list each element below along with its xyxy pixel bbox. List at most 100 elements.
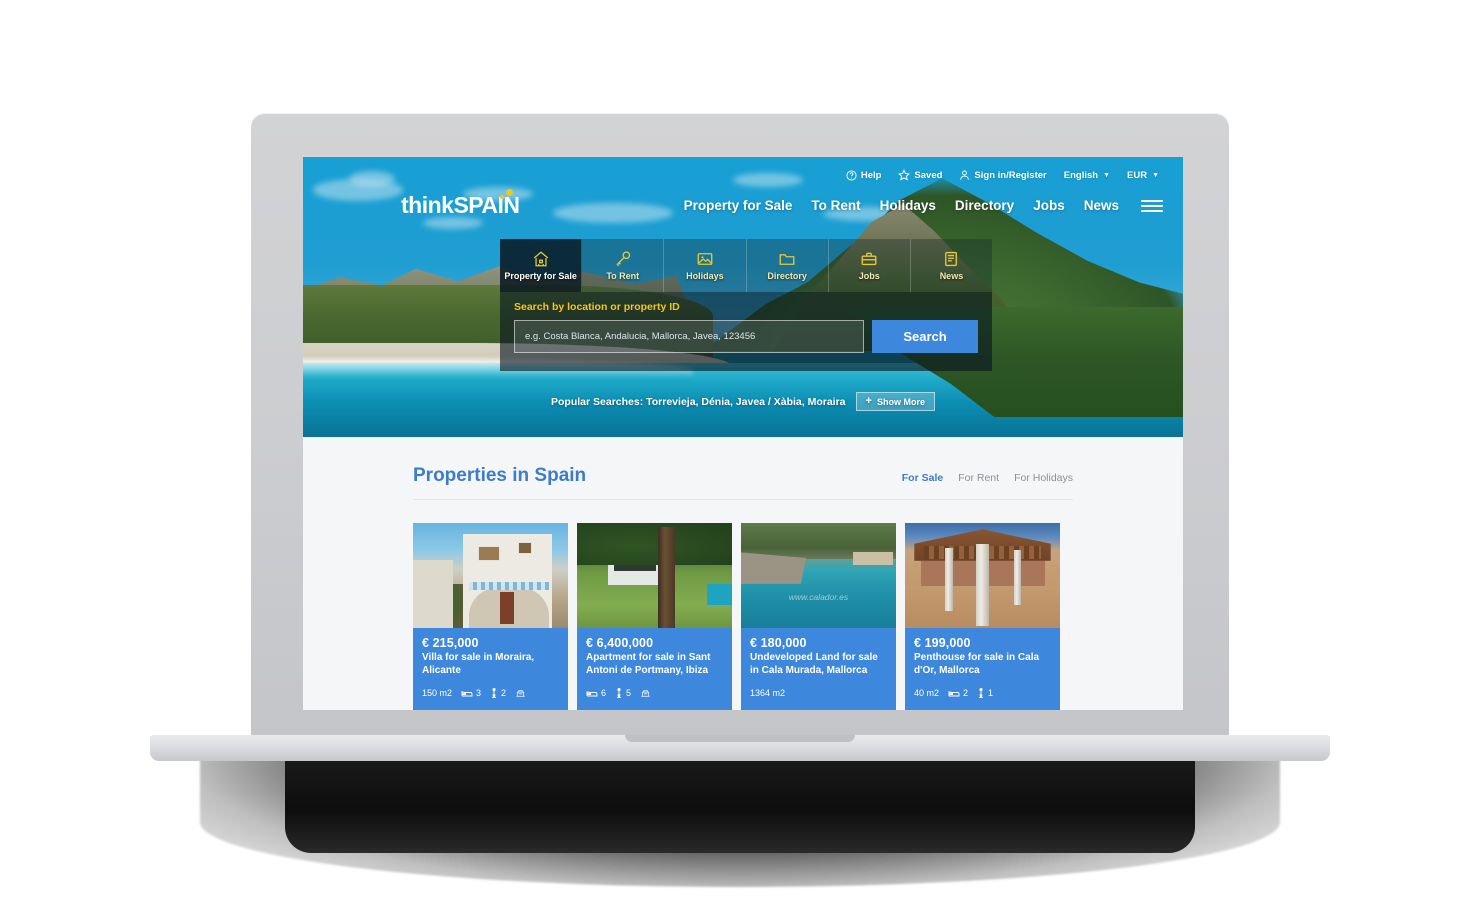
bathrooms-count: 2 [501, 688, 507, 699]
property-info: € 215,000 Villa for sale in Moraira, Ali… [413, 628, 568, 710]
tab-news[interactable]: News [911, 239, 992, 292]
property-area: 40 m2 [914, 688, 940, 699]
logo-dot-large-icon [506, 189, 513, 196]
bathrooms-spec: 5 [615, 687, 631, 699]
main-navigation: Property for Sale To Rent Holidays Direc… [684, 198, 1163, 213]
extra-feature-icon [515, 688, 526, 698]
help-circle-icon [846, 169, 857, 181]
cloud [733, 173, 803, 187]
property-area: 1364 m2 [750, 688, 786, 699]
plus-icon: + [865, 395, 872, 407]
tab-label: Directory [767, 271, 807, 281]
search-input[interactable] [514, 320, 864, 353]
chevron-down-icon: ▼ [1152, 171, 1159, 179]
nav-item-directory[interactable]: Directory [955, 198, 1014, 213]
property-image [413, 523, 568, 628]
search-row: Search [514, 320, 978, 353]
nav-item-holidays[interactable]: Holidays [880, 198, 936, 213]
language-selector[interactable]: English ▼ [1064, 170, 1110, 181]
property-specs: 1364 m2 [750, 687, 887, 700]
tab-property-for-sale[interactable]: Property for Sale [500, 239, 583, 292]
hamburger-menu-icon[interactable] [1141, 199, 1163, 212]
property-specs: 150 m2 3 2 [422, 687, 559, 700]
property-info: € 199,000 Penthouse for sale in Cala d'O… [905, 628, 1060, 710]
property-price: € 6,400,000 [586, 636, 654, 650]
site-logo[interactable]: thinkSPAIN [401, 189, 520, 219]
currency-label: EUR [1127, 169, 1148, 181]
property-actions: Map Save [750, 708, 887, 710]
property-area: 150 m2 [422, 688, 453, 699]
property-title: Villa for sale in Moraira, Alicante [422, 652, 535, 676]
bedrooms-count: 2 [963, 688, 969, 699]
screenshot-stage: Help Saved Sign in/Register English ▼ EU… [0, 0, 1480, 920]
property-actions: Map Save [422, 708, 559, 710]
shower-icon [615, 687, 623, 699]
page-title: Properties in Spain [413, 465, 587, 486]
property-specs: 40 m2 2 1 [914, 687, 1051, 700]
sign-in-register-button[interactable]: Sign in/Register [959, 169, 1047, 181]
tab-jobs[interactable]: Jobs [829, 239, 911, 292]
bathrooms-spec: 1 [977, 687, 993, 699]
help-button[interactable]: Help [846, 169, 882, 181]
tab-to-rent[interactable]: To Rent [582, 239, 665, 292]
property-price: € 180,000 [750, 636, 807, 650]
tab-label: Holidays [686, 271, 724, 281]
key-icon [613, 250, 633, 268]
popular-searches: Popular Searches: Torrevieja, Dénia, Jav… [303, 392, 1183, 411]
property-card[interactable]: € 199,000 Penthouse for sale in Cala d'O… [905, 523, 1060, 710]
property-card[interactable]: € 215,000 Villa for sale in Moraira, Ali… [413, 523, 568, 710]
help-label: Help [860, 169, 882, 181]
image-watermark: www.calador.es [788, 592, 849, 603]
bedrooms-count: 3 [476, 688, 482, 699]
property-title: Undeveloped Land for sale in Cala Murada… [750, 652, 878, 676]
section-header: Properties in Spain For Sale For Rent Fo… [413, 437, 1073, 500]
currency-selector[interactable]: EUR ▼ [1127, 170, 1159, 181]
nav-item-news[interactable]: News [1084, 198, 1119, 213]
filter-for-holidays[interactable]: For Holidays [1014, 472, 1073, 484]
search-label: Search by location or property ID [514, 301, 680, 313]
show-more-button[interactable]: + Show More [855, 392, 935, 411]
property-price: € 199,000 [914, 636, 971, 650]
language-label: English [1063, 169, 1099, 181]
logo-think: think [401, 192, 454, 218]
saved-button[interactable]: Saved [898, 169, 942, 181]
property-card[interactable]: www.calador.es € 180,000 Undeveloped Lan… [741, 523, 896, 710]
property-card[interactable]: € 6,400,000 Apartment for sale in Sant A… [577, 523, 732, 710]
property-image: www.calador.es [741, 523, 896, 628]
property-actions: Map Save [586, 708, 723, 710]
bedrooms-count: 6 [601, 688, 607, 699]
laptop-screen: Help Saved Sign in/Register English ▼ EU… [303, 157, 1183, 710]
tab-label: Property for Sale [504, 271, 577, 281]
show-more-label: Show More [876, 396, 925, 407]
bathrooms-spec: 2 [490, 687, 507, 699]
tab-holidays[interactable]: Holidays [664, 239, 747, 292]
cloud [553, 203, 673, 223]
nav-item-property-for-sale[interactable]: Property for Sale [684, 198, 793, 213]
tab-directory[interactable]: Directory [747, 239, 829, 292]
laptop-under-shadow [285, 758, 1195, 853]
property-title: Penthouse for sale in Cala d'Or, Mallorc… [914, 652, 1040, 676]
tab-label: Jobs [858, 271, 880, 281]
nav-item-to-rent[interactable]: To Rent [811, 198, 860, 213]
section-filters: For Sale For Rent For Holidays [902, 472, 1073, 487]
property-card-list: € 215,000 Villa for sale in Moraira, Ali… [413, 500, 1073, 710]
user-icon [959, 169, 970, 181]
laptop-base-notch [625, 735, 855, 742]
saved-label: Saved [914, 169, 943, 181]
house-icon [531, 250, 551, 268]
property-specs: 6 5 [586, 687, 723, 700]
sign-in-label: Sign in/Register [974, 169, 1047, 181]
briefcase-icon [859, 250, 879, 268]
property-info: € 180,000 Undeveloped Land for sale in C… [741, 628, 896, 710]
property-title: Apartment for sale in Sant Antoni de Por… [586, 652, 711, 676]
properties-section: Properties in Spain For Sale For Rent Fo… [303, 437, 1183, 710]
filter-for-rent[interactable]: For Rent [958, 472, 999, 484]
search-button[interactable]: Search [872, 320, 978, 353]
newspaper-icon [941, 250, 961, 268]
filter-for-sale[interactable]: For Sale [902, 472, 943, 484]
bed-icon [461, 688, 473, 698]
search-category-tabs: Property for Sale To Rent Holidays Direc… [500, 239, 992, 292]
utility-bar: Help Saved Sign in/Register English ▼ EU… [846, 169, 1159, 181]
nav-item-jobs[interactable]: Jobs [1033, 198, 1065, 213]
photo-icon [695, 250, 715, 268]
